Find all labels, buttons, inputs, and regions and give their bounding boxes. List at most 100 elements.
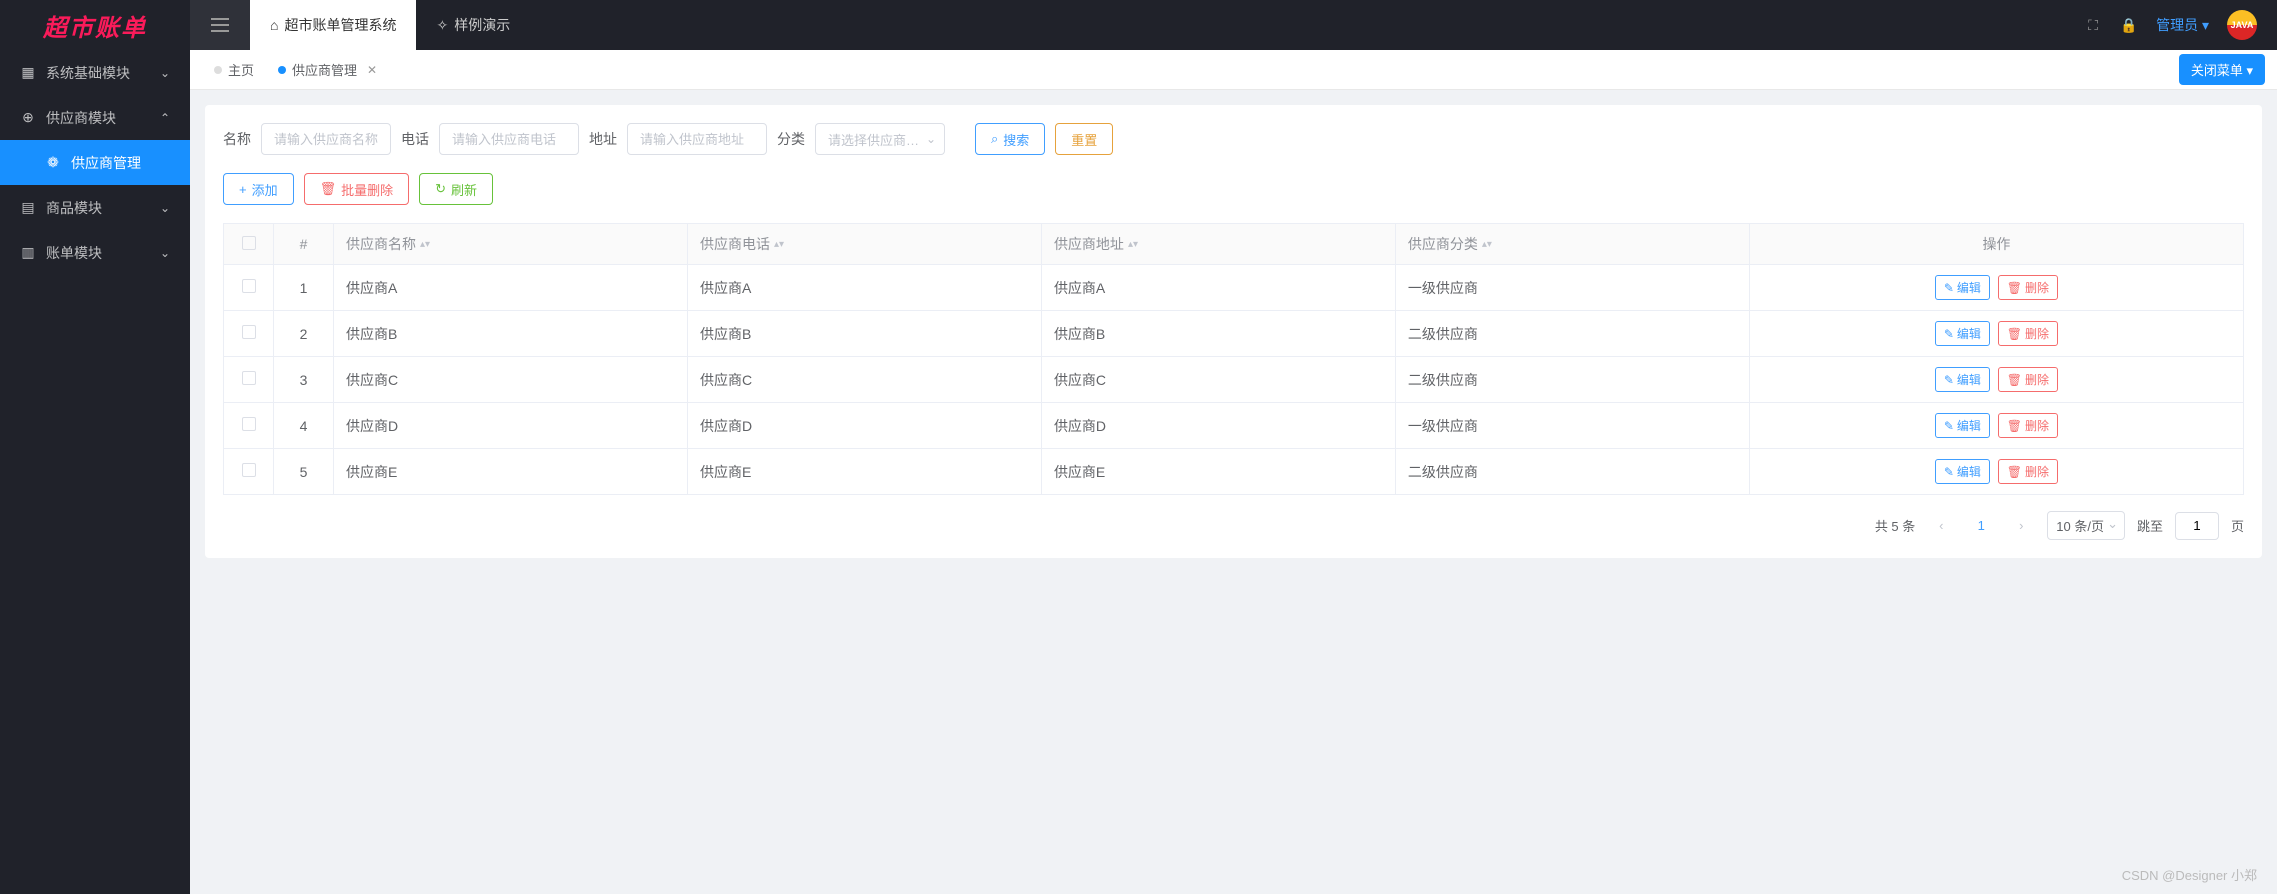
th-category[interactable]: 供应商分类▴▾ [1395,224,1749,265]
prev-page-button[interactable]: ‹ [1927,512,1955,540]
watermark: CSDN @Designer 小郑 [2122,865,2257,884]
refresh-btn-label: 刷新 [451,180,477,199]
edit-icon: ✎ [1944,419,1954,433]
header: 超市账单 ⌂ 超市账单管理系统 ✧ 样例演示 ⛶ 🔒 管理员 ▾ JAVA [0,0,2277,50]
sidebar-item-system[interactable]: ▦ 系统基础模块 ⌄ [0,50,190,95]
refresh-button[interactable]: ↻ 刷新 [419,173,493,205]
table-header-row: # 供应商名称▴▾ 供应商电话▴▾ 供应商地址▴▾ 供应商分类▴▾ 操作 [224,224,2244,265]
edit-button[interactable]: ✎ 编辑 [1935,459,1990,484]
delete-button[interactable]: 🗑 删除 [1998,321,2058,346]
row-checkbox[interactable] [242,325,256,339]
page-number[interactable]: 1 [1967,518,1995,533]
select-all-checkbox[interactable] [242,236,256,250]
sidebar-item-supplier-manage[interactable]: ❁ 供应商管理 [0,140,190,185]
sort-icon: ▴▾ [1128,242,1138,248]
th-name[interactable]: 供应商名称▴▾ [334,224,688,265]
cell-address: 供应商D [1041,403,1395,449]
search-button[interactable]: ⌕ 搜索 [975,123,1045,155]
row-checkbox[interactable] [242,279,256,293]
sidebar-item-goods[interactable]: ▤ 商品模块 ⌄ [0,185,190,230]
sort-icon: ▴▾ [774,242,784,248]
delete-button[interactable]: 🗑 删除 [1998,275,2058,300]
batch-delete-button[interactable]: 🗑 批量删除 [304,173,410,205]
header-right: ⛶ 🔒 管理员 ▾ JAVA [2084,10,2277,40]
close-menu-button[interactable]: 关闭菜单 ▾ [2179,54,2265,85]
cell-name: 供应商A [334,265,688,311]
sidebar-item-bill[interactable]: ▥ 账单模块 ⌄ [0,230,190,275]
th-ops: 操作 [1749,224,2243,265]
chevron-up-icon: ⌃ [160,111,170,125]
pagination: 共 5 条 ‹ 1 › 10 条/页 ⌄ 跳至 页 [223,511,2244,540]
chevron-down-icon: ⌄ [160,201,170,215]
cell-name: 供应商C [334,357,688,403]
close-icon[interactable]: ✕ [367,63,377,77]
category-select[interactable]: 请选择供应商… ⌄ [815,123,945,155]
cell-phone: 供应商E [687,449,1041,495]
trash-icon: 🗑 [2007,373,2022,387]
chevron-down-icon: ⌄ [926,132,936,146]
header-tab-demo[interactable]: ✧ 样例演示 [416,0,530,50]
action-row: + 添加 🗑 批量删除 ↻ 刷新 [223,173,2244,205]
trash-icon: 🗑 [2007,281,2022,295]
table-row: 2 供应商B 供应商B 供应商B 二级供应商 ✎ 编辑 🗑 删除 [224,311,2244,357]
sidebar-item-label: 供应商模块 [46,108,116,128]
th-phone[interactable]: 供应商电话▴▾ [687,224,1041,265]
delete-button[interactable]: 🗑 删除 [1998,367,2058,392]
cell-index: 1 [274,265,334,311]
cell-index: 5 [274,449,334,495]
next-page-button[interactable]: › [2007,512,2035,540]
th-address[interactable]: 供应商地址▴▾ [1041,224,1395,265]
edit-icon: ✎ [1944,327,1954,341]
th-checkbox [224,224,274,265]
header-tab-main[interactable]: ⌂ 超市账单管理系统 [250,0,416,50]
fullscreen-icon[interactable]: ⛶ [2084,16,2102,34]
address-input[interactable] [627,123,767,155]
edit-button[interactable]: ✎ 编辑 [1935,275,1990,300]
jump-input[interactable] [2175,512,2219,540]
user-dropdown[interactable]: 管理员 ▾ [2156,15,2209,35]
content: 名称 电话 地址 分类 [190,90,2277,894]
chevron-down-icon: ⌄ [160,246,170,260]
chevron-down-icon: ⌄ [2107,516,2118,532]
phone-input[interactable] [439,123,579,155]
cell-index: 4 [274,403,334,449]
batch-delete-label: 批量删除 [341,180,393,199]
edit-button[interactable]: ✎ 编辑 [1935,321,1990,346]
page-size-select[interactable]: 10 条/页 ⌄ [2047,511,2125,540]
reset-button[interactable]: 重置 [1055,123,1113,155]
cell-name: 供应商B [334,311,688,357]
cell-ops: ✎ 编辑 🗑 删除 [1749,403,2243,449]
page-tab-supplier[interactable]: 供应商管理 ✕ [266,55,389,85]
delete-button[interactable]: 🗑 删除 [1998,459,2058,484]
lock-icon[interactable]: 🔒 [2120,16,2138,34]
cell-address: 供应商E [1041,449,1395,495]
avatar[interactable]: JAVA [2227,10,2257,40]
edit-button[interactable]: ✎ 编辑 [1935,413,1990,438]
sidebar-item-supplier[interactable]: ⊕ 供应商模块 ⌃ [0,95,190,140]
home-icon: ⌂ [270,17,278,33]
refresh-icon: ↻ [435,181,446,197]
name-input[interactable] [261,123,391,155]
row-checkbox[interactable] [242,463,256,477]
sidebar-item-label: 系统基础模块 [46,63,130,83]
grid-icon: ▤ [20,199,36,216]
edit-icon: ✎ [1944,465,1954,479]
select-placeholder: 请选择供应商… [828,130,919,149]
row-checkbox[interactable] [242,371,256,385]
sidebar-toggle[interactable] [190,0,250,50]
search-icon: ⌕ [991,131,998,147]
phone-label: 电话 [401,129,429,149]
page-unit: 页 [2231,516,2244,535]
header-tab-label: 超市账单管理系统 [284,15,396,35]
table-row: 4 供应商D 供应商D 供应商D 一级供应商 ✎ 编辑 🗑 删除 [224,403,2244,449]
page-tab-bar: 主页 供应商管理 ✕ 关闭菜单 ▾ [190,50,2277,90]
row-checkbox[interactable] [242,417,256,431]
delete-button[interactable]: 🗑 删除 [1998,413,2058,438]
page-tab-home[interactable]: 主页 [202,55,266,85]
globe-icon: ⊕ [20,109,36,126]
trash-icon: 🗑 [320,181,337,197]
hamburger-icon [211,18,229,32]
sidebar-item-label: 供应商管理 [71,153,141,173]
edit-button[interactable]: ✎ 编辑 [1935,367,1990,392]
add-button[interactable]: + 添加 [223,173,294,205]
